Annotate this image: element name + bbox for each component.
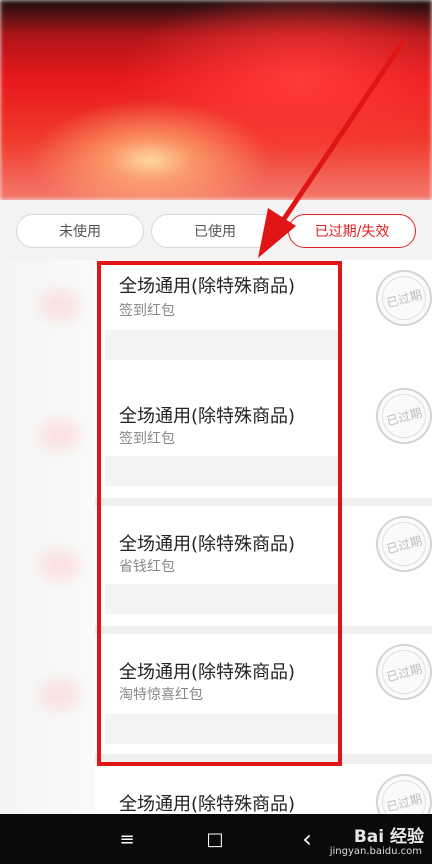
blurred-amount [40, 420, 80, 450]
coupon-title: 全场通用(除特殊商品) [119, 276, 296, 297]
tab-unused[interactable]: 未使用 [16, 214, 144, 248]
coupon-card[interactable]: 全场通用(除特殊商品) 签到红包 已过期 [95, 378, 432, 498]
coupon-card[interactable]: 全场通用(除特殊商品) 省钱红包 已过期 [95, 506, 432, 626]
coupon-validity-bar [105, 330, 340, 360]
coupon-title: 全场通用(除特殊商品) [119, 534, 296, 555]
coupon-title: 全场通用(除特殊商品) [119, 794, 296, 815]
blurred-amount [40, 290, 80, 320]
baidu-jingyan-watermark: Bai 经验 [353, 827, 424, 847]
menu-icon[interactable]: ≡ [112, 826, 142, 852]
expired-stamp: 已过期 [369, 637, 432, 707]
coupon-title: 全场通用(除特殊商品) [119, 406, 296, 427]
expired-stamp: 已过期 [369, 509, 432, 579]
system-nav-bar: ≡ □ ‹ Bai 经验 jingyan.baidu.com [0, 814, 432, 864]
blurred-amount [40, 680, 80, 710]
expired-stamp: 已过期 [369, 263, 432, 333]
tab-bar: 未使用 已使用 已过期/失效 [0, 200, 432, 260]
coupon-subtitle: 签到红包 [119, 303, 175, 319]
coupon-validity-bar [105, 714, 340, 744]
coupon-validity-bar [105, 584, 340, 614]
coupon-card[interactable]: 全场通用(除特殊商品) 已过期 [95, 764, 432, 837]
coupon-card[interactable]: 全场通用(除特殊商品) 签到红包 已过期 [95, 260, 432, 380]
watermark-url: jingyan.baidu.com [329, 846, 422, 857]
back-icon[interactable]: ‹ [292, 825, 322, 853]
coupon-subtitle: 淘特惊喜红包 [119, 687, 203, 703]
coupon-subtitle: 签到红包 [119, 431, 175, 447]
expired-stamp: 已过期 [369, 381, 432, 451]
coupon-amount-column [0, 260, 95, 815]
blurred-amount [40, 550, 80, 580]
tab-used[interactable]: 已使用 [151, 214, 279, 248]
coupon-title: 全场通用(除特殊商品) [119, 662, 296, 683]
coupon-validity-bar [105, 456, 340, 486]
coupon-card[interactable]: 全场通用(除特殊商品) 淘特惊喜红包 已过期 [95, 634, 432, 754]
home-icon[interactable]: □ [200, 826, 230, 852]
coupon-subtitle: 省钱红包 [119, 559, 175, 575]
header-banner [0, 0, 432, 200]
tab-expired[interactable]: 已过期/失效 [288, 214, 416, 248]
